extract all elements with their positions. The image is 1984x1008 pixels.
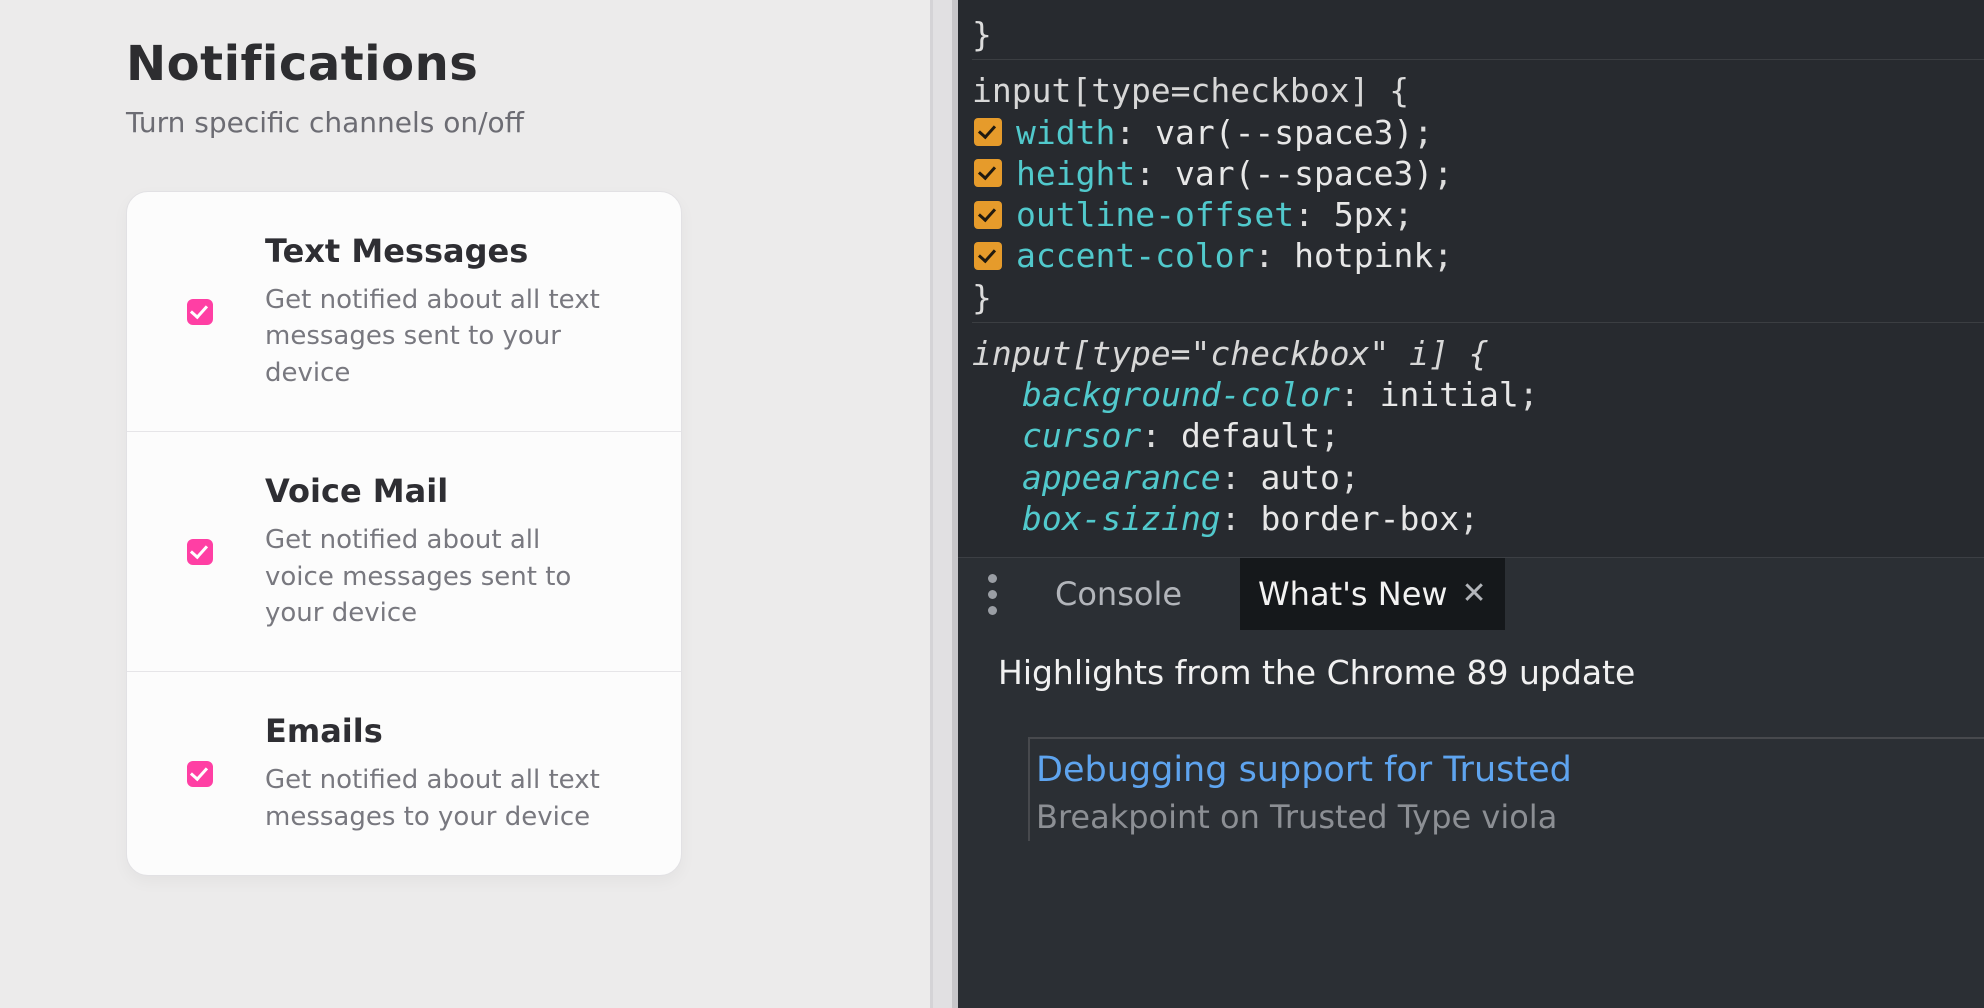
css-rule-checkbox[interactable]: input[type=checkbox] { width: var(--spac… bbox=[972, 66, 1984, 323]
css-val[interactable]: var(--space3) bbox=[1175, 153, 1433, 194]
page-subtitle: Turn specific channels on/off bbox=[126, 106, 810, 139]
css-val[interactable]: var(--space3) bbox=[1155, 112, 1413, 153]
css-prop[interactable]: outline-offset bbox=[1016, 194, 1294, 235]
css-prop: box-sizing bbox=[1022, 498, 1221, 539]
css-decl[interactable]: height: var(--space3); bbox=[972, 153, 1984, 194]
css-val[interactable]: hotpink bbox=[1294, 235, 1433, 276]
css-decl: background-color: initial; bbox=[972, 374, 1984, 415]
devtools-drawer: Console What's New ✕ Highlights from the… bbox=[958, 557, 1984, 1008]
page-title: Notifications bbox=[126, 36, 810, 92]
notification-row-voice-mail: Voice Mail Get notified about all voice … bbox=[127, 432, 681, 672]
row-desc: Get notified about all text messages sen… bbox=[265, 282, 605, 391]
css-prop[interactable]: width bbox=[1016, 112, 1115, 153]
kebab-menu-icon[interactable] bbox=[988, 574, 997, 615]
devtools-panel: } input[type=checkbox] { width: var(--sp… bbox=[958, 0, 1984, 1008]
row-title: Text Messages bbox=[265, 232, 633, 270]
css-decl[interactable]: width: var(--space3); bbox=[972, 112, 1984, 153]
css-val[interactable]: 5px bbox=[1334, 194, 1394, 235]
css-decl[interactable]: outline-offset: 5px; bbox=[972, 194, 1984, 235]
checkbox-voice-mail[interactable] bbox=[187, 539, 213, 565]
css-rule-ua-checkbox: input[type="checkbox" i] { background-co… bbox=[972, 329, 1984, 543]
row-desc: Get notified about all text messages to … bbox=[265, 762, 605, 835]
css-decl: box-sizing: border-box; bbox=[972, 498, 1984, 539]
notification-row-emails: Emails Get notified about all text messa… bbox=[127, 672, 681, 875]
article-subtitle: Breakpoint on Trusted Type viola bbox=[1030, 797, 1984, 837]
app-root: Notifications Turn specific channels on/… bbox=[0, 0, 1984, 1008]
notification-row-text-messages: Text Messages Get notified about all tex… bbox=[127, 192, 681, 432]
css-val: initial bbox=[1380, 374, 1519, 415]
css-val: auto bbox=[1260, 457, 1339, 498]
css-decl: appearance: auto; bbox=[972, 457, 1984, 498]
brace-close: } bbox=[972, 15, 992, 54]
enable-toggle-icon[interactable] bbox=[974, 159, 1002, 187]
row-text: Emails Get notified about all text messa… bbox=[265, 712, 633, 835]
row-title: Emails bbox=[265, 712, 633, 750]
pane-splitter[interactable] bbox=[930, 0, 958, 1008]
css-val: border-box bbox=[1260, 498, 1459, 539]
notifications-card: Text Messages Get notified about all tex… bbox=[126, 191, 682, 876]
rule-selector-line[interactable]: input[type=checkbox] { bbox=[972, 70, 1984, 111]
row-text: Text Messages Get notified about all tex… bbox=[265, 232, 633, 391]
css-prop[interactable]: height bbox=[1016, 153, 1135, 194]
css-prop: appearance bbox=[1022, 457, 1221, 498]
css-decl[interactable]: accent-color: hotpink; bbox=[972, 235, 1984, 276]
row-title: Voice Mail bbox=[265, 472, 633, 510]
styles-pane[interactable]: } input[type=checkbox] { width: var(--sp… bbox=[958, 0, 1984, 557]
tab-whats-new[interactable]: What's New ✕ bbox=[1240, 558, 1505, 630]
tab-label: What's New bbox=[1258, 574, 1448, 614]
checkbox-text-messages[interactable] bbox=[187, 299, 213, 325]
close-icon[interactable]: ✕ bbox=[1462, 575, 1487, 613]
checkbox-emails[interactable] bbox=[187, 761, 213, 787]
css-prop: background-color bbox=[1022, 374, 1340, 415]
tab-console[interactable]: Console bbox=[1037, 558, 1200, 630]
css-rule-prev-close: } bbox=[972, 10, 1984, 60]
css-prop[interactable]: accent-color bbox=[1016, 235, 1254, 276]
brace-close-line: } bbox=[972, 277, 1984, 318]
drawer-body: Highlights from the Chrome 89 update Deb… bbox=[958, 630, 1984, 1008]
css-selector: input[type="checkbox" i] bbox=[972, 334, 1449, 373]
rule-selector-line: input[type="checkbox" i] { bbox=[972, 333, 1984, 374]
enable-toggle-icon[interactable] bbox=[974, 118, 1002, 146]
drawer-tabbar: Console What's New ✕ bbox=[958, 558, 1984, 630]
rendered-page: Notifications Turn specific channels on/… bbox=[0, 0, 930, 1008]
css-val: default bbox=[1181, 415, 1320, 456]
whats-new-headline: Highlights from the Chrome 89 update bbox=[998, 652, 1984, 693]
css-prop: cursor bbox=[1022, 415, 1141, 456]
whats-new-article[interactable]: Debugging support for Trusted Breakpoint… bbox=[1028, 737, 1984, 841]
enable-toggle-icon[interactable] bbox=[974, 242, 1002, 270]
css-selector[interactable]: input[type=checkbox] bbox=[972, 71, 1369, 110]
enable-toggle-icon[interactable] bbox=[974, 201, 1002, 229]
article-title-link[interactable]: Debugging support for Trusted bbox=[1030, 749, 1984, 793]
row-text: Voice Mail Get notified about all voice … bbox=[265, 472, 633, 631]
brace-open: { bbox=[1389, 71, 1409, 110]
row-desc: Get notified about all voice messages se… bbox=[265, 522, 605, 631]
css-decl: cursor: default; bbox=[972, 415, 1984, 456]
